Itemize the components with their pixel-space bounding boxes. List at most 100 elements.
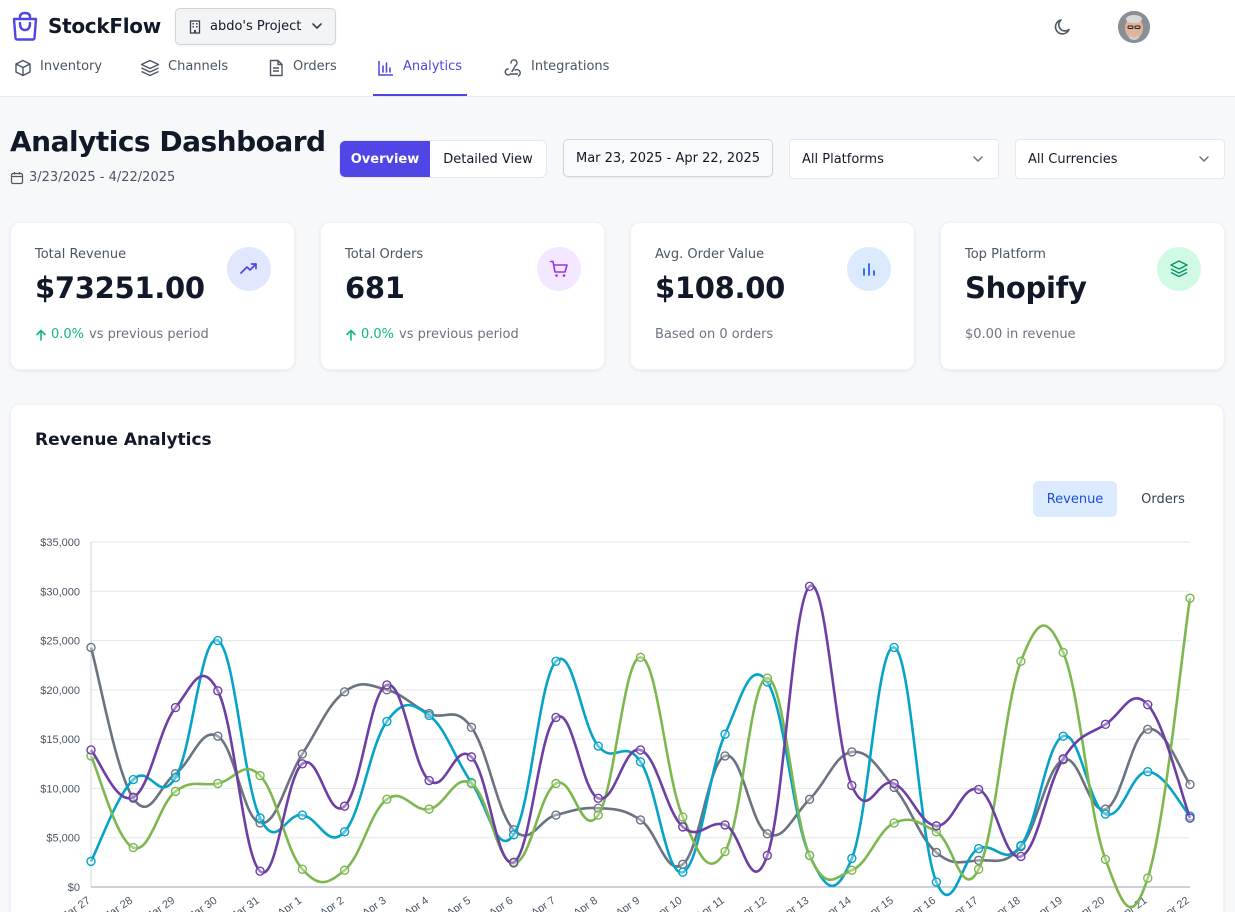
- x-tick-label: Apr 10: [651, 895, 684, 912]
- data-point: [1143, 766, 1153, 777]
- data-point: [635, 815, 646, 825]
- data-point: [213, 731, 223, 741]
- x-tick-label: Apr 8: [572, 895, 600, 912]
- x-tick-label: Apr 1: [276, 895, 304, 912]
- data-point: [86, 642, 96, 653]
- data-point: [1100, 809, 1111, 819]
- data-point: [297, 759, 308, 769]
- data-point: [1016, 656, 1026, 666]
- data-point: [382, 680, 392, 690]
- data-point: [128, 792, 138, 802]
- data-point: [86, 856, 96, 867]
- data-point: [255, 770, 265, 781]
- data-point: [382, 716, 392, 727]
- x-tick-label: Apr 22: [1158, 895, 1191, 912]
- x-tick-label: Apr 4: [402, 895, 430, 912]
- x-tick-label: Apr 16: [905, 895, 938, 912]
- y-tick-label: $10,000: [40, 783, 80, 795]
- data-point: [213, 778, 223, 789]
- data-point: [297, 749, 308, 759]
- data-point: [931, 821, 942, 831]
- data-point: [635, 652, 646, 663]
- data-point: [339, 865, 350, 875]
- x-tick-label: Apr 12: [736, 895, 769, 912]
- data-point: [635, 757, 646, 767]
- data-point: [593, 793, 603, 803]
- x-tick-label: Apr 20: [1074, 895, 1107, 912]
- x-tick-label: Mar 31: [227, 895, 262, 912]
- data-point: [593, 810, 603, 820]
- data-point: [720, 751, 730, 761]
- data-point: [551, 810, 561, 820]
- data-point: [593, 741, 603, 751]
- data-point: [635, 745, 646, 755]
- data-point: [931, 847, 942, 858]
- data-point: [1058, 731, 1068, 741]
- y-tick-label: $0: [68, 882, 80, 894]
- data-point: [889, 642, 899, 653]
- data-point: [1185, 779, 1195, 790]
- data-point: [339, 801, 350, 811]
- data-point: [889, 778, 899, 789]
- revenue-line-chart: $0 $5,000 $10,000 $15,000 $20,000 $25,000 $30,…: [40, 537, 1195, 912]
- y-tick-label: $30,000: [40, 586, 80, 598]
- data-point: [762, 850, 773, 861]
- y-tick-label: $15,000: [40, 734, 80, 746]
- data-point: [678, 822, 688, 832]
- data-point: [1100, 854, 1111, 865]
- data-point: [382, 794, 392, 804]
- data-point: [1143, 724, 1153, 734]
- data-point: [170, 786, 181, 797]
- data-point: [847, 865, 857, 875]
- x-tick-label: Apr 9: [614, 895, 642, 912]
- data-point: [466, 752, 477, 762]
- y-tick-label: $25,000: [40, 636, 80, 648]
- x-tick-label: Apr 14: [820, 895, 853, 912]
- data-point: [804, 581, 815, 592]
- data-point: [466, 722, 477, 733]
- data-point: [255, 866, 265, 876]
- data-point: [170, 772, 181, 783]
- data-point: [128, 774, 138, 785]
- data-point: [466, 778, 477, 789]
- data-point: [804, 794, 815, 804]
- data-point: [720, 729, 730, 739]
- y-tick-label: $35,000: [40, 537, 80, 549]
- x-tick-label: Apr 6: [487, 895, 515, 912]
- x-tick-label: Apr 3: [360, 895, 388, 912]
- data-point: [213, 635, 223, 646]
- data-point: [86, 745, 96, 755]
- x-tick-label: Apr 5: [445, 895, 473, 912]
- data-point: [678, 867, 688, 877]
- data-point: [339, 827, 350, 837]
- data-point: [170, 702, 181, 713]
- data-point: [720, 820, 730, 830]
- series-line-0: [89, 647, 1192, 868]
- series-line-3: [89, 584, 1192, 874]
- data-point: [1016, 840, 1026, 851]
- data-point: [1185, 813, 1195, 823]
- data-point: [255, 813, 265, 823]
- data-point: [762, 829, 773, 839]
- x-tick-label: Mar 28: [100, 895, 135, 912]
- data-point: [424, 710, 434, 721]
- x-tick-label: Mar 27: [58, 895, 93, 912]
- data-point: [508, 857, 519, 868]
- x-tick-label: Apr 13: [778, 895, 811, 912]
- data-point: [1016, 851, 1026, 862]
- x-tick-label: Mar 30: [185, 895, 220, 912]
- data-point: [1143, 699, 1153, 710]
- x-tick-label: Apr 11: [694, 895, 727, 912]
- x-tick-label: Apr 18: [989, 895, 1022, 912]
- data-point: [339, 687, 350, 697]
- data-point: [1143, 873, 1153, 883]
- data-point: [931, 877, 942, 887]
- y-tick-label: $20,000: [40, 685, 80, 697]
- y-tick-label: $5,000: [46, 833, 80, 845]
- data-point: [551, 778, 561, 789]
- data-point: [847, 780, 857, 791]
- data-point: [297, 810, 308, 820]
- data-point: [551, 656, 561, 666]
- x-tick-label: Apr 17: [947, 895, 980, 912]
- x-tick-label: Apr 19: [1031, 895, 1064, 912]
